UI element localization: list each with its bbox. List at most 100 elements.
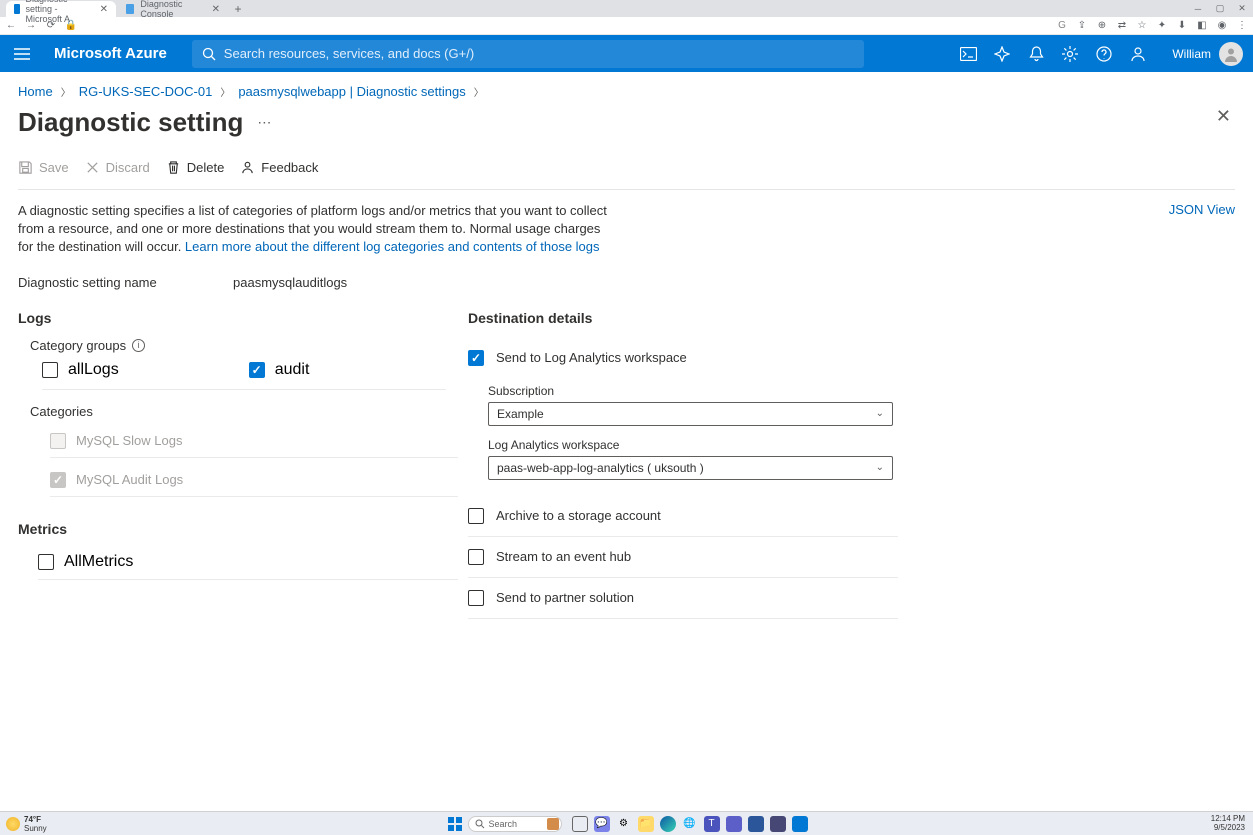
description-link[interactable]: Learn more about the different log categ…	[185, 239, 600, 254]
browser-titlebar: Diagnostic setting - Microsoft A ✕ Diagn…	[0, 0, 1253, 17]
downloads-icon[interactable]: ⬇	[1175, 19, 1189, 33]
checkbox-storage[interactable]	[468, 508, 484, 524]
discard-icon	[85, 160, 100, 175]
checkbox-allmetrics[interactable]	[38, 554, 54, 570]
search-icon	[475, 819, 485, 829]
help-icon[interactable]	[1094, 44, 1114, 64]
teams-icon[interactable]: T	[704, 816, 720, 832]
profile-icon[interactable]: ◉	[1215, 19, 1229, 33]
explorer-icon[interactable]: 📁	[638, 816, 654, 832]
dest-partner: Send to partner solution	[468, 578, 898, 619]
edge-icon[interactable]	[660, 816, 676, 832]
destination-column: Destination details Send to Log Analytic…	[468, 310, 898, 619]
extensions-icon[interactable]: ✦	[1155, 19, 1169, 33]
start-button[interactable]	[446, 815, 464, 833]
delete-button[interactable]: Delete	[166, 160, 225, 175]
tab-title: Diagnostic setting - Microsoft A	[26, 0, 94, 24]
breadcrumb-rg[interactable]: RG-UKS-SEC-DOC-01	[79, 84, 213, 99]
save-button[interactable]: Save	[18, 160, 69, 175]
azure-search[interactable]	[192, 40, 864, 68]
feedback-icon[interactable]	[1128, 44, 1148, 64]
group-alllogs-label: allLogs	[68, 361, 119, 379]
save-icon	[18, 160, 33, 175]
feedback-button[interactable]: Feedback	[240, 160, 318, 175]
azure-header: Microsoft Azure William	[0, 35, 1253, 72]
browser-menu-icon[interactable]: ⋮	[1235, 19, 1249, 33]
sidepanel-icon[interactable]: ◧	[1195, 19, 1209, 33]
avatar-icon	[1219, 42, 1243, 66]
window-maximize-icon[interactable]: ▢	[1209, 0, 1231, 17]
translate-icon[interactable]: ⇄	[1115, 19, 1129, 33]
subscription-value: Example	[497, 407, 544, 421]
app-icon-2[interactable]	[748, 816, 764, 832]
discard-button[interactable]: Discard	[85, 160, 150, 175]
new-tab-button[interactable]: +	[230, 1, 246, 17]
close-blade-icon[interactable]: ✕	[1216, 106, 1231, 127]
hamburger-menu-icon[interactable]	[10, 42, 34, 66]
taskbar-search-label: Search	[489, 819, 518, 829]
browser-tab-2[interactable]: Diagnostic Console ✕	[118, 1, 228, 17]
category-audit-logs-label: MySQL Audit Logs	[76, 472, 183, 487]
azure-search-input[interactable]	[224, 46, 854, 61]
chrome-icon[interactable]: 🌐	[682, 816, 698, 832]
json-view-link[interactable]: JSON View	[1169, 202, 1235, 217]
setting-name-row: Diagnostic setting name paasmysqlauditlo…	[18, 275, 1235, 290]
cloud-shell-icon[interactable]	[958, 44, 978, 64]
window-close-icon[interactable]: ✕	[1231, 0, 1253, 17]
bookmark-icon[interactable]: ☆	[1135, 19, 1149, 33]
window-minimize-icon[interactable]: ─	[1187, 0, 1209, 17]
more-menu-icon[interactable]: ⋯	[257, 114, 273, 131]
google-icon[interactable]: G	[1055, 19, 1069, 33]
metrics-heading: Metrics	[18, 521, 458, 537]
destination-heading: Destination details	[468, 310, 898, 326]
checkbox-partner[interactable]	[468, 590, 484, 606]
checkbox-alllogs[interactable]	[42, 362, 58, 378]
chat-icon[interactable]: 💬	[594, 816, 610, 832]
azure-brand[interactable]: Microsoft Azure	[54, 45, 167, 62]
taskview-icon[interactable]	[572, 816, 588, 832]
console-favicon-icon	[126, 4, 134, 14]
search-highlight-icon	[547, 818, 559, 830]
nav-back-icon[interactable]: ←	[4, 19, 18, 33]
app-icon-1[interactable]	[726, 816, 742, 832]
tab-close-icon[interactable]: ✕	[212, 4, 220, 15]
search-icon	[202, 47, 216, 61]
app-icon-3[interactable]	[770, 816, 786, 832]
tab-close-icon[interactable]: ✕	[100, 4, 108, 15]
notifications-icon[interactable]	[1026, 44, 1046, 64]
info-icon[interactable]: i	[132, 339, 145, 352]
copilot-icon[interactable]	[992, 44, 1012, 64]
app-icon-4[interactable]	[792, 816, 808, 832]
chevron-down-icon: ⌄	[876, 408, 884, 419]
taskbar-search[interactable]: Search	[468, 816, 562, 832]
category-groups-label: Category groups i	[30, 338, 458, 353]
logs-heading: Logs	[18, 310, 458, 326]
azure-user[interactable]: William	[1172, 42, 1243, 66]
chevron-down-icon: ⌄	[876, 462, 884, 473]
weather-cond: Sunny	[24, 824, 47, 833]
settings-icon[interactable]	[1060, 44, 1080, 64]
blade-content: Home 〉 RG-UKS-SEC-DOC-01 〉 paasmysqlweba…	[0, 72, 1253, 619]
user-name: William	[1172, 47, 1211, 61]
breadcrumb-home[interactable]: Home	[18, 84, 53, 99]
checkbox-eventhub[interactable]	[468, 549, 484, 565]
taskbar-clock[interactable]: 12:14 PM 9/5/2023	[1211, 815, 1245, 833]
taskbar-weather[interactable]: 74°F Sunny	[6, 815, 47, 833]
browser-right-icons: G ⇪ ⊕ ⇄ ☆ ✦ ⬇ ◧ ◉ ⋮	[1055, 19, 1249, 33]
category-slow-logs-label: MySQL Slow Logs	[76, 433, 182, 448]
dest-storage-label: Archive to a storage account	[496, 508, 661, 523]
clock-date: 9/5/2023	[1211, 824, 1245, 833]
checkbox-audit[interactable]	[249, 362, 265, 378]
settings-tb-icon[interactable]: ⚙	[616, 816, 632, 832]
workspace-label: Log Analytics workspace	[488, 438, 898, 452]
share-icon[interactable]: ⇪	[1075, 19, 1089, 33]
checkbox-log-analytics[interactable]	[468, 350, 484, 366]
workspace-select[interactable]: paas-web-app-log-analytics ( uksouth ) ⌄	[488, 456, 893, 480]
group-alllogs: allLogs	[42, 361, 119, 379]
browser-tab-1[interactable]: Diagnostic setting - Microsoft A ✕	[6, 1, 116, 17]
browser-address-bar: ← → ⟳ 🔒 G ⇪ ⊕ ⇄ ☆ ✦ ⬇ ◧ ◉ ⋮	[0, 17, 1253, 35]
metric-allmetrics-label: AllMetrics	[64, 553, 133, 571]
zoom-icon[interactable]: ⊕	[1095, 19, 1109, 33]
breadcrumb-resource[interactable]: paasmysqlwebapp | Diagnostic settings	[238, 84, 465, 99]
subscription-select[interactable]: Example ⌄	[488, 402, 893, 426]
